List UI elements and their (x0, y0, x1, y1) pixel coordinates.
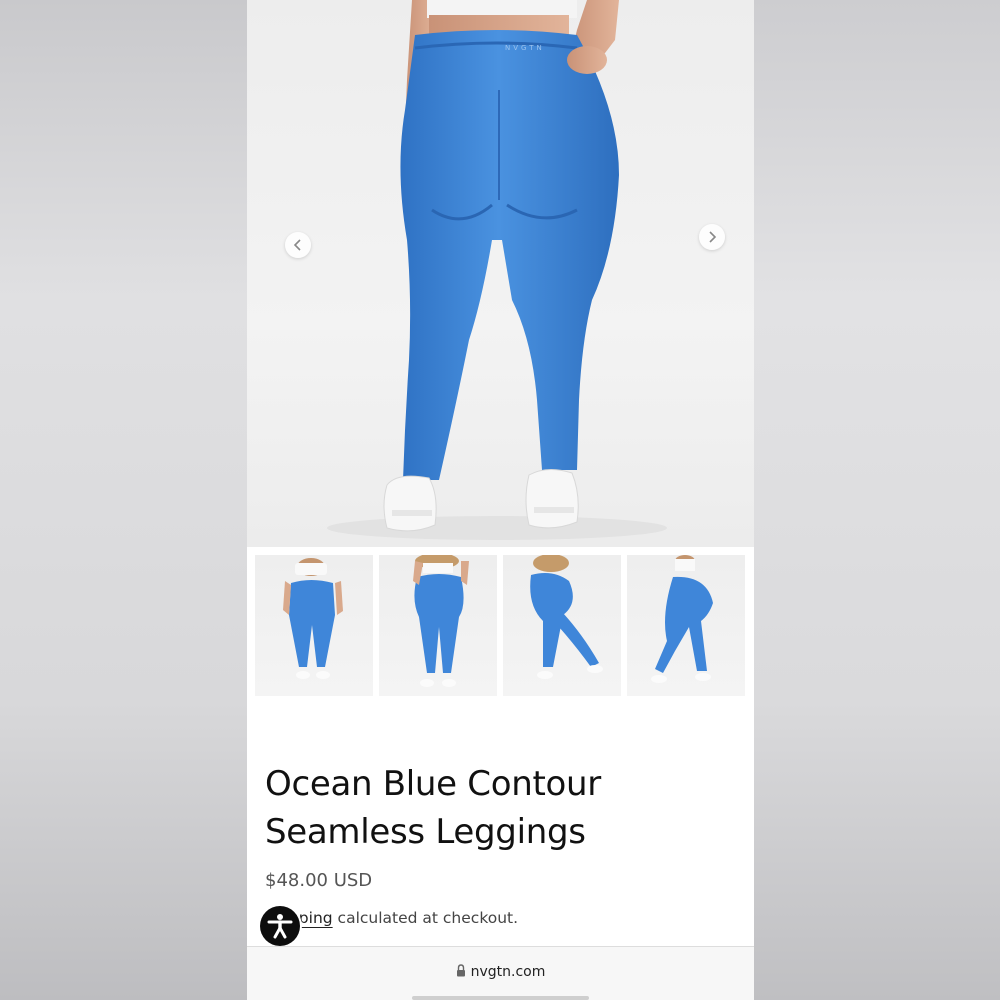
accessibility-button[interactable] (260, 906, 300, 946)
thumbnail-side-back-image (530, 555, 603, 679)
url-display[interactable]: nvgtn.com (247, 964, 754, 980)
thumbnail-front-image (283, 558, 343, 679)
product-price: $48.00 USD (265, 870, 373, 891)
product-title: Ocean Blue Contour Seamless Leggings (265, 760, 735, 856)
thumbnail-strip (255, 555, 747, 696)
thumbnail-side-image (651, 555, 713, 683)
background-left (0, 0, 247, 1000)
thumbnail-back-image (413, 555, 469, 687)
product-title-line-2: Seamless Leggings (265, 812, 586, 852)
mobile-screen: NVGTN Ocean Blue Contour Seamless Leggin… (247, 0, 754, 1000)
thumbnail-side-back-view[interactable] (503, 555, 621, 696)
home-indicator (412, 996, 589, 1000)
thumbnail-side-view[interactable] (627, 555, 745, 696)
gallery-next-button[interactable] (699, 224, 725, 250)
product-title-line-1: Ocean Blue Contour (265, 764, 601, 804)
background-right (754, 0, 1000, 1000)
url-text: nvgtn.com (470, 964, 546, 980)
product-main-image[interactable]: NVGTN (247, 0, 754, 547)
gallery-prev-button[interactable] (285, 232, 311, 258)
lock-icon (456, 964, 465, 977)
thumbnail-back-view[interactable] (379, 555, 497, 696)
shipping-note: Shipping calculated at checkout. (265, 909, 518, 927)
thumbnail-front-view[interactable] (255, 555, 373, 696)
chevron-right-icon (709, 231, 717, 243)
accessibility-icon (267, 914, 293, 939)
browser-address-bar[interactable]: nvgtn.com (247, 946, 754, 1000)
product-photo-illustration: NVGTN (327, 0, 667, 540)
chevron-left-icon (293, 239, 301, 251)
waistband-logo: NVGTN (505, 44, 545, 52)
shipping-text: calculated at checkout. (332, 909, 519, 927)
